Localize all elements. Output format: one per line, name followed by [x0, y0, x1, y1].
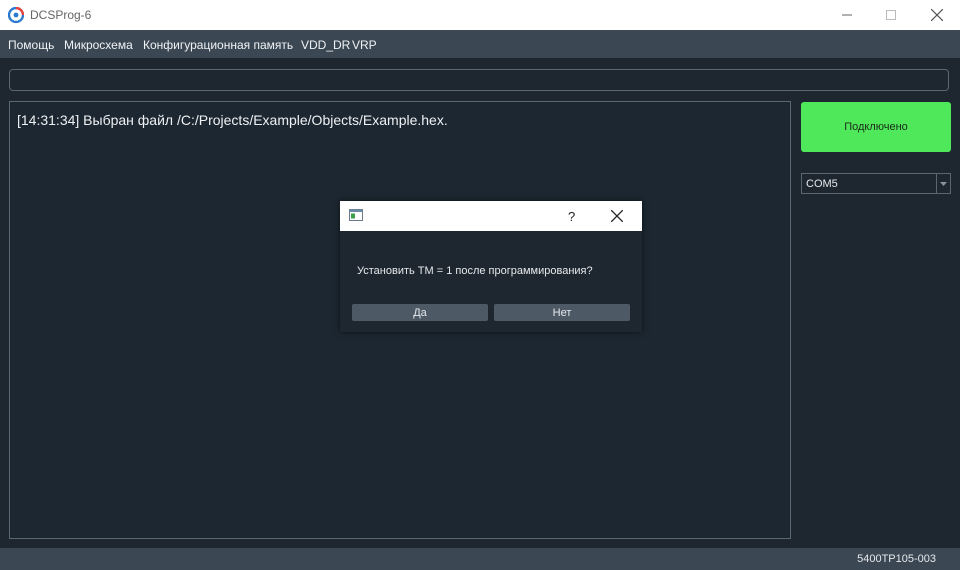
- menu-bar: Помощь Микросхема Конфигурационная памят…: [0, 30, 960, 58]
- maximize-icon: [886, 10, 896, 20]
- app-logo-icon: [8, 7, 24, 23]
- confirm-dialog: ? Установить TM = 1 после программирован…: [340, 201, 642, 332]
- connect-button[interactable]: Подключено: [801, 102, 951, 152]
- dialog-title-bar: ?: [340, 201, 642, 231]
- window-icon: [349, 209, 363, 221]
- port-select[interactable]: COM5: [801, 173, 951, 194]
- close-button[interactable]: [914, 0, 960, 30]
- chevron-down-icon[interactable]: [936, 174, 950, 193]
- menu-config-memory[interactable]: Конфигурационная память: [143, 38, 293, 52]
- yes-button[interactable]: Да: [352, 304, 488, 321]
- minimize-icon: [842, 14, 852, 16]
- menu-chip[interactable]: Микросхема: [64, 38, 133, 52]
- dialog-message: Установить TM = 1 после программирования…: [357, 265, 593, 277]
- menu-help[interactable]: Помощь: [8, 38, 54, 52]
- connect-button-label: Подключено: [844, 121, 908, 133]
- port-value: COM5: [806, 178, 838, 190]
- menu-vdd-dr[interactable]: VDD_DR: [301, 38, 350, 52]
- menu-vrp[interactable]: VRP: [352, 38, 377, 52]
- close-icon: [611, 210, 623, 222]
- close-icon: [931, 9, 943, 21]
- title-bar: DCSProg-6: [0, 0, 960, 30]
- maximize-button[interactable]: [868, 0, 914, 30]
- window-title: DCSProg-6: [30, 8, 92, 22]
- dialog-close-button[interactable]: [608, 207, 626, 225]
- chip-id-status: 5400TP105-003: [857, 553, 936, 565]
- file-path-field[interactable]: [9, 69, 949, 91]
- minimize-button[interactable]: [824, 0, 870, 30]
- no-button[interactable]: Нет: [494, 304, 630, 321]
- status-bar: 5400TP105-003: [0, 548, 960, 570]
- log-line: [14:31:34] Выбран файл /C:/Projects/Exam…: [17, 112, 448, 128]
- help-button[interactable]: ?: [568, 209, 575, 224]
